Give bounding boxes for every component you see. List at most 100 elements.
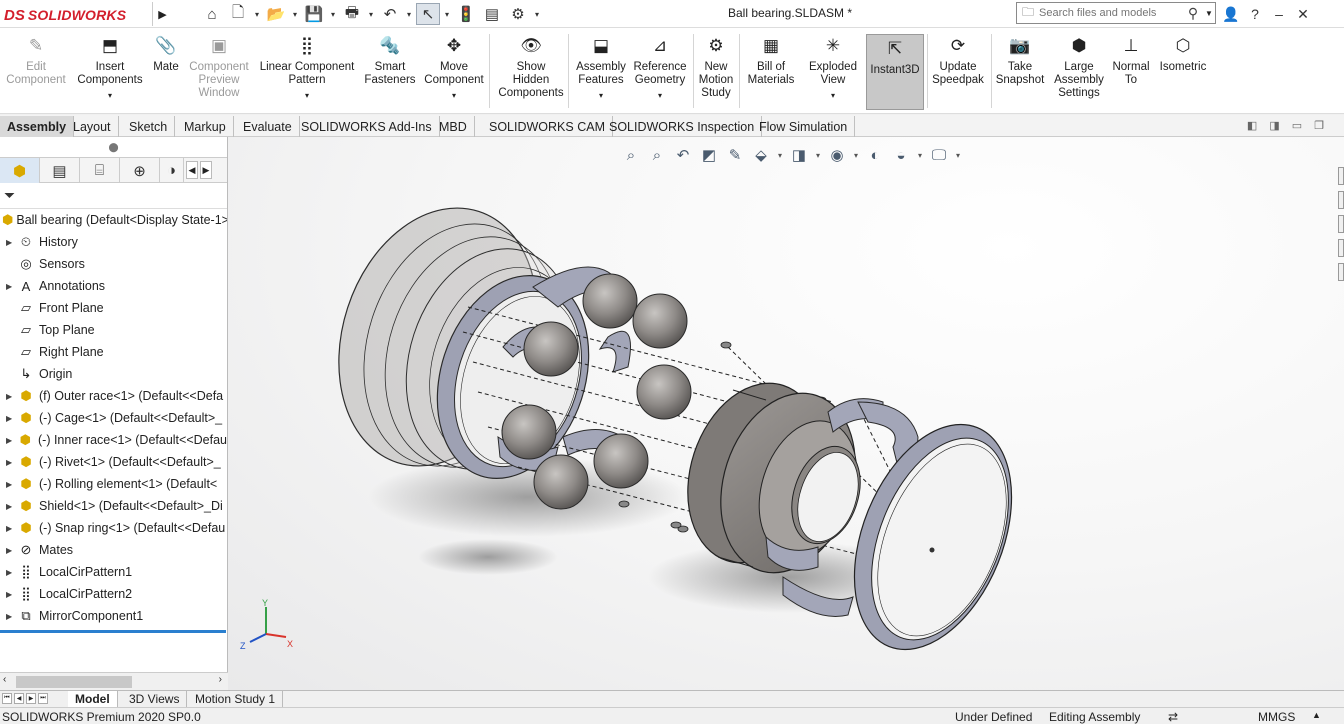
display-manager-tab-icon[interactable]: ◑: [160, 158, 184, 183]
reference-geometry-button[interactable]: ⊿ Reference Geometry ▾: [630, 32, 690, 110]
new-motion-study-button[interactable]: ⚙ New Motion Study: [696, 32, 736, 110]
instant3d-button[interactable]: ⇱ Instant3D: [866, 34, 924, 110]
search-input[interactable]: [1039, 7, 1183, 19]
chevron-down-icon[interactable]: ▾: [366, 3, 376, 25]
home-icon[interactable]: ⌂: [200, 3, 224, 25]
chevron-down-icon[interactable]: ▾: [599, 89, 603, 102]
scrollbar-thumb[interactable]: [16, 676, 132, 688]
tab-solidworks-cam[interactable]: SOLIDWORKS CAM: [482, 116, 613, 137]
expand-arrow-icon[interactable]: ▶: [6, 590, 16, 599]
graphics-area[interactable]: ⌕ ⌕ ↶ ◩ ✎ ⬙ ▾ ◨ ▾ ◉ ▾ ◐ ◒ ▾ 🖵 ▾ Y X Z: [228, 137, 1344, 690]
tree-item[interactable]: ▶ ⬢ Shield<1> (Default<<Default>_Di: [0, 495, 227, 517]
tree-item[interactable]: ▶ ⬢ (-) Rolling element<1> (Default<: [0, 473, 227, 495]
take-snapshot-button[interactable]: 📷 Take Snapshot: [994, 32, 1046, 110]
units-up-icon[interactable]: ▲: [1312, 710, 1321, 720]
right-shield[interactable]: [824, 401, 1042, 672]
dimxpert-tab-icon[interactable]: ⊕: [120, 158, 160, 183]
tree-item[interactable]: ▶ ⬢ (-) Rivet<1> (Default<<Default>_: [0, 451, 227, 473]
restore-doc-icon[interactable]: ❐: [1314, 119, 1324, 132]
model-tab-3d-views[interactable]: 3D Views: [122, 691, 188, 707]
model-tab-motion-study-1[interactable]: Motion Study 1: [188, 691, 284, 707]
tab-mbd[interactable]: MBD: [432, 116, 475, 137]
chevron-down-icon[interactable]: ▾: [290, 3, 300, 25]
tree-item[interactable]: ▶ ⬢ (-) Inner race<1> (Default<<Defau: [0, 429, 227, 451]
expand-arrow-icon[interactable]: ▶: [6, 414, 16, 423]
expand-arrow-icon[interactable]: ▶: [6, 568, 16, 577]
tree-horizontal-scrollbar[interactable]: ‹ ›: [0, 672, 228, 690]
search-icon[interactable]: ⚲: [1183, 5, 1203, 22]
property-manager-tab-icon[interactable]: ▤: [40, 158, 80, 183]
chevron-down-icon[interactable]: ▾: [108, 89, 112, 102]
search-dropdown-icon[interactable]: ▼: [1203, 9, 1215, 18]
first-tab-icon[interactable]: ⏮: [2, 693, 12, 704]
minimize-doc-icon[interactable]: ▭: [1292, 119, 1302, 132]
chevron-down-icon[interactable]: ▾: [442, 3, 452, 25]
tab-evaluate[interactable]: Evaluate: [236, 116, 300, 137]
expand-arrow-icon[interactable]: ▶: [6, 612, 16, 621]
expand-arrow-icon[interactable]: ▶: [6, 238, 16, 247]
expand-arrow-icon[interactable]: ▶: [6, 392, 16, 401]
expand-arrow-icon[interactable]: ▶: [6, 480, 16, 489]
user-icon[interactable]: 👤: [1222, 6, 1240, 23]
minimize-icon[interactable]: –: [1270, 6, 1288, 22]
update-speedpak-button[interactable]: ⟳ Update Speedpak: [928, 32, 988, 110]
linear-component-pattern-button[interactable]: ⣿ Linear Component Pattern ▾: [256, 32, 358, 110]
chevron-down-icon[interactable]: ▾: [532, 3, 542, 25]
tree-item[interactable]: ▶ ⧉ MirrorComponent1: [0, 605, 227, 627]
edit-component-button[interactable]: ✎ Edit Component: [4, 32, 68, 110]
expand-arrow-icon[interactable]: ▶: [6, 502, 16, 511]
component-preview-window-button[interactable]: ▣ Component Preview Window: [186, 32, 252, 110]
rebuild-status-icon[interactable]: ⇄: [1168, 710, 1178, 724]
tree-item[interactable]: ▶ A Annotations: [0, 275, 227, 297]
solidworks-logo[interactable]: DS SOLIDWORKS: [4, 4, 126, 26]
expand-arrow-icon[interactable]: ▶: [6, 524, 16, 533]
search-box[interactable]: 🗀 ⚲ ▼: [1016, 2, 1216, 24]
tab-sketch[interactable]: Sketch: [122, 116, 176, 137]
tab-flow-simulation[interactable]: Flow Simulation: [752, 116, 856, 137]
file-properties-icon[interactable]: ▤: [480, 3, 504, 25]
tree-rollback-bar[interactable]: [0, 630, 226, 633]
chevron-down-icon[interactable]: ▾: [328, 3, 338, 25]
tree-item[interactable]: ▱ Front Plane: [0, 297, 227, 319]
expand-arrow-icon[interactable]: ▶: [6, 458, 16, 467]
next-tab-icon[interactable]: ▶: [26, 693, 36, 704]
options-gear-icon[interactable]: ⚙: [506, 3, 530, 25]
tree-item[interactable]: ◎ Sensors: [0, 253, 227, 275]
tree-item[interactable]: ▱ Top Plane: [0, 319, 227, 341]
open-icon[interactable]: 📂: [264, 3, 288, 25]
tree-item[interactable]: ↳ Origin: [0, 363, 227, 385]
mate-button[interactable]: 📎 Mate: [150, 32, 182, 110]
exploded-bearing-model[interactable]: Y X Z: [228, 137, 1344, 690]
insert-components-button[interactable]: ⬒ Insert Components ▾: [76, 32, 144, 110]
tab-assembly[interactable]: Assembly: [0, 116, 75, 137]
bill-of-materials-button[interactable]: ▦ Bill of Materials: [744, 32, 798, 110]
tab-solidworks-add-ins[interactable]: SOLIDWORKS Add-Ins: [294, 116, 440, 137]
scroll-right-arrow-icon[interactable]: ›: [219, 674, 222, 685]
close-icon[interactable]: ✕: [1294, 6, 1312, 23]
feature-manager-tab-icon[interactable]: ⬢: [0, 158, 40, 183]
rebuild-icon[interactable]: 🚦: [454, 3, 478, 25]
new-document-icon[interactable]: 🗋: [226, 3, 250, 25]
chevron-down-icon[interactable]: ▾: [404, 3, 414, 25]
prev-tab-icon[interactable]: ◀: [14, 693, 24, 704]
menu-expand-arrow-icon[interactable]: ▶: [152, 2, 172, 26]
model-tab-model[interactable]: Model: [68, 691, 118, 707]
tree-root-assembly[interactable]: ⬢ Ball bearing (Default<Display State-1>: [0, 209, 227, 231]
last-tab-icon[interactable]: ⏭: [38, 693, 48, 704]
expand-arrow-icon[interactable]: ▶: [6, 282, 16, 291]
configuration-manager-tab-icon[interactable]: ⌸: [80, 158, 120, 183]
scroll-left-arrow-icon[interactable]: ‹: [3, 674, 6, 685]
tree-item[interactable]: ▶ ⬢ (-) Cage<1> (Default<<Default>_: [0, 407, 227, 429]
scroll-left-icon[interactable]: ◀: [186, 161, 198, 179]
tree-item[interactable]: ▶ ⊘ Mates: [0, 539, 227, 561]
save-icon[interactable]: 💾: [302, 3, 326, 25]
tree-item[interactable]: ▶ ⏲ History: [0, 231, 227, 253]
exploded-view-button[interactable]: ✳ Exploded View ▾: [806, 32, 860, 110]
large-assembly-settings-button[interactable]: ⬢ Large Assembly Settings: [1052, 32, 1106, 110]
tab-layout[interactable]: Layout: [66, 116, 119, 137]
expand-arrow-icon[interactable]: ▶: [6, 546, 16, 555]
chevron-down-icon[interactable]: ▾: [658, 89, 662, 102]
assembly-features-button[interactable]: ⬓ Assembly Features ▾: [574, 32, 628, 110]
help-icon[interactable]: ?: [1246, 6, 1264, 22]
isometric-button[interactable]: ⬡ Isometric: [1156, 32, 1210, 110]
